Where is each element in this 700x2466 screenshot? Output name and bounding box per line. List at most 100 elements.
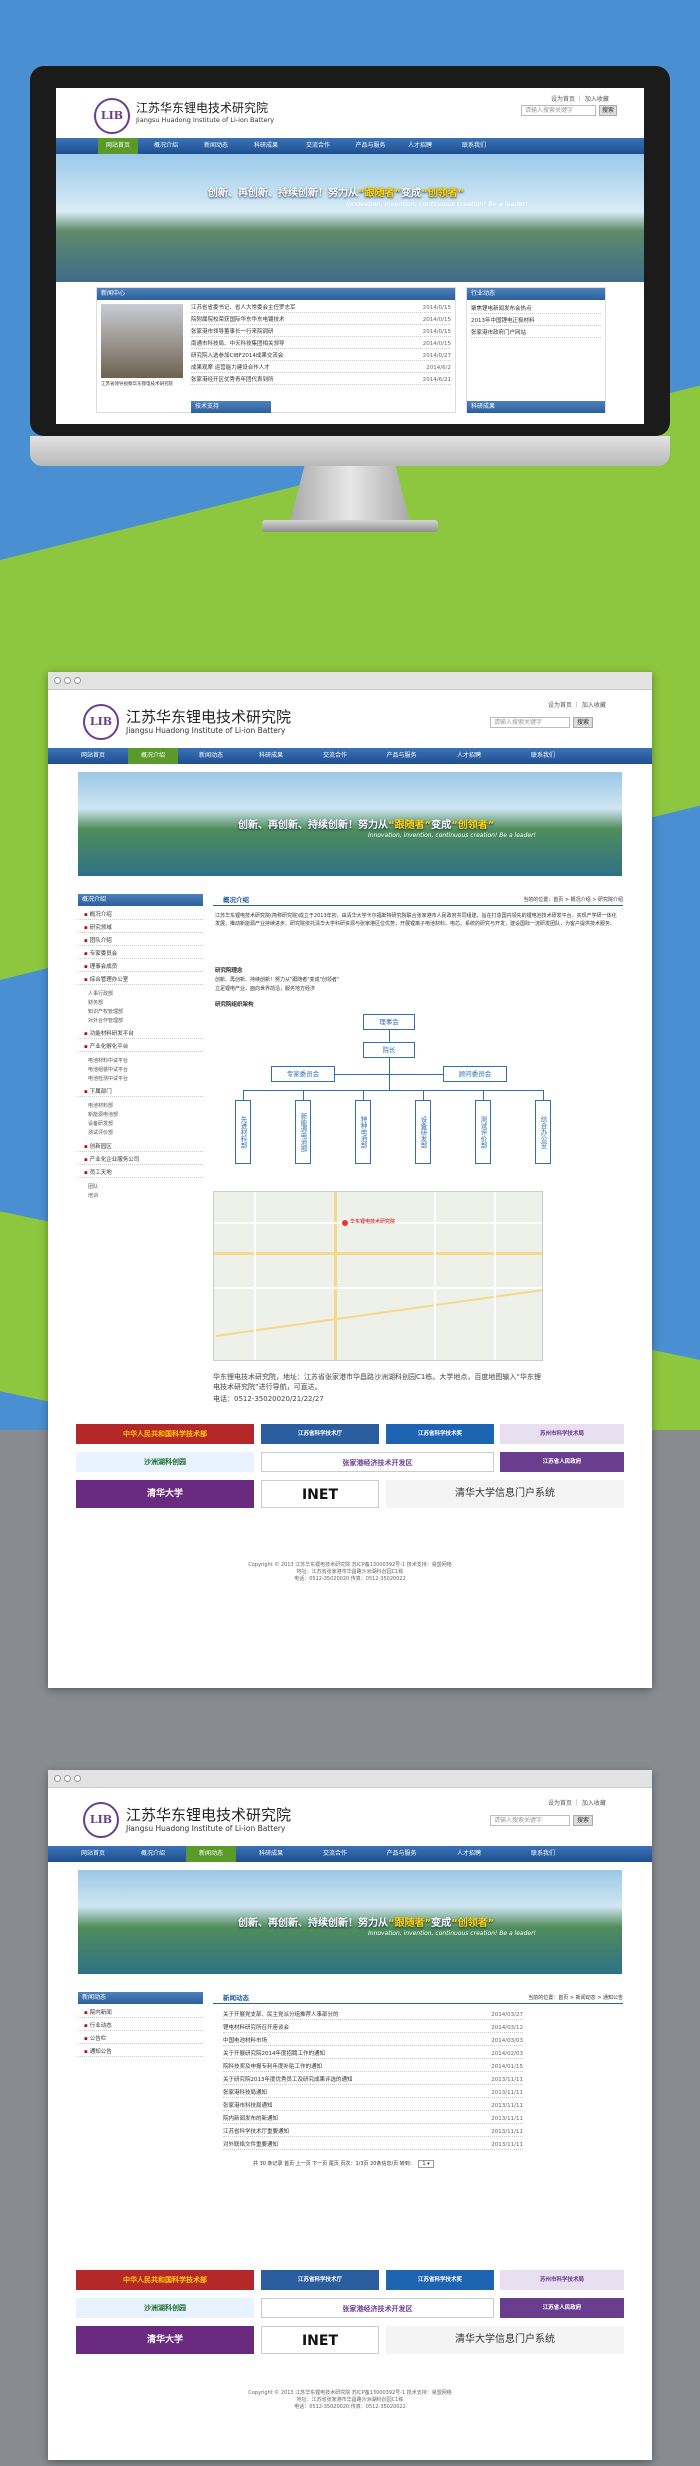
nav-research[interactable]: 科研成果 [246, 138, 286, 154]
top-links[interactable]: 设为首页 ｜ 加入收藏 [548, 1798, 606, 1807]
sidebar-item[interactable]: 创新园区 [78, 1142, 203, 1152]
location-map[interactable]: 华东锂电技术研究院 [213, 1191, 543, 1361]
link-jiangsu-gov[interactable]: 江苏省人民政府 [500, 2298, 624, 2318]
nav-jobs[interactable]: 人才招聘 [444, 1846, 494, 1862]
news-item[interactable]: 对外联络文件重要通知 2013/11/11 [223, 2140, 523, 2150]
sidebar-item[interactable]: 理事会成员 [78, 962, 203, 972]
nav-products[interactable]: 产品与服务 [374, 1846, 429, 1862]
link-tsinghua-portal[interactable]: 清华大学信息门户系统 [386, 2326, 624, 2354]
sidebar-item[interactable]: 功能材料研发平台 [78, 1029, 203, 1039]
sidebar-subitem[interactable]: 电池材料中试平台 [78, 1057, 128, 1064]
nav-products[interactable]: 产品与服务 [348, 138, 393, 154]
nav-home[interactable]: 网站首页 [68, 748, 118, 764]
sidebar-subitem[interactable]: 新能源电池部 [78, 1111, 118, 1118]
news-item[interactable]: 院附属院校荣获国际华东华东电镀技术 2014/0/15 [191, 315, 451, 325]
site-logo[interactable]: LIB [94, 98, 130, 134]
sidebar-item[interactable]: 概况介绍 [78, 910, 203, 920]
nav-home[interactable]: 网站首页 [68, 1846, 118, 1862]
sidebar-item[interactable]: 公告栏 [78, 2034, 203, 2044]
nav-home[interactable]: 网站首页 [98, 138, 138, 154]
search-button[interactable]: 搜索 [573, 717, 593, 728]
news-photo[interactable] [101, 304, 183, 378]
window-control[interactable] [74, 1775, 81, 1782]
sidebar-subitem[interactable]: 电池材料部 [78, 1102, 113, 1109]
nav-jobs[interactable]: 人才招聘 [400, 138, 440, 154]
link-most[interactable]: 中华人民共和国科学技术部 [76, 2270, 254, 2290]
news-item[interactable]: 江苏省科学技术厅重要通知 2013/11/11 [223, 2127, 523, 2137]
news-item[interactable]: 张家港市领导董事长一行来院调研 2014/0/15 [191, 327, 451, 337]
link-suzhou[interactable]: 苏州市科学技术局 [500, 1424, 624, 1444]
link-zjg-dev-zone[interactable]: 张家港经济技术开发区 [261, 1452, 494, 1472]
news-item[interactable]: 院内新闻发布的新通知 2013/11/11 [223, 2114, 523, 2124]
nav-exchange[interactable]: 交流合作 [310, 748, 360, 764]
sidebar-item[interactable]: 产业化孵化平台 [78, 1042, 203, 1052]
sidebar-subitem[interactable]: 财务部 [78, 999, 103, 1006]
sidebar-item[interactable]: 员工天地 [78, 1168, 203, 1178]
nav-products[interactable]: 产品与服务 [374, 748, 429, 764]
link-inet[interactable]: INET [261, 2326, 379, 2354]
news-item[interactable]: 江苏省省委书记、省人大常委会主任罗志军 2014/0/15 [191, 303, 451, 313]
industry-item[interactable]: 张家港市政府门户网站 [471, 328, 601, 338]
news-item[interactable]: 关于开展党支部、民主党派分组推荐人事部分的 2014/03/27 [223, 2010, 523, 2020]
window-control[interactable] [54, 677, 61, 684]
sidebar-item[interactable]: 团队介绍 [78, 936, 203, 946]
nav-contact[interactable]: 联系我们 [518, 748, 568, 764]
news-item[interactable]: 张家港科技局通知 2013/11/11 [223, 2088, 523, 2098]
link-tsinghua[interactable]: 清华大学 [76, 2326, 254, 2354]
top-links[interactable]: 设为首页 ｜ 加入收藏 [548, 700, 606, 709]
window-control[interactable] [64, 677, 71, 684]
news-item[interactable]: 院科技奖及申报专利年度补贴工作的通知 2014/01/15 [223, 2062, 523, 2072]
sidebar-item[interactable]: 产业化企业服务公司 [78, 1155, 203, 1165]
nav-news[interactable]: 新闻动态 [186, 748, 236, 764]
search-button[interactable]: 搜索 [573, 1815, 593, 1826]
link-shazhouhu[interactable]: 沙洲湖科创园 [76, 1452, 254, 1472]
sidebar-item[interactable]: 院内新闻 [78, 2008, 203, 2018]
nav-news[interactable]: 新闻动态 [186, 1846, 236, 1862]
sidebar-subitem[interactable]: 知识产权管理部 [78, 1008, 123, 1015]
industry-item[interactable]: 聚焦锂电新闻发布会热点 [471, 304, 601, 314]
top-links[interactable]: 设为首页 ｜ 加入收藏 [551, 94, 609, 103]
window-control[interactable] [64, 1775, 71, 1782]
nav-research[interactable]: 科研成果 [246, 748, 296, 764]
link-suzhou[interactable]: 苏州市科学技术局 [500, 2270, 624, 2290]
news-item[interactable]: 关于开展研究院2014年度招聘工作的通知 2014/02/03 [223, 2049, 523, 2059]
link-jiangsu-st[interactable]: 江苏省科学技术厅 [261, 2270, 379, 2290]
nav-research[interactable]: 科研成果 [246, 1846, 296, 1862]
nav-exchange[interactable]: 交流合作 [298, 138, 338, 154]
link-most[interactable]: 中华人民共和国科学技术部 [76, 1424, 254, 1444]
news-item[interactable]: 研究院入选参加CIBF2014成果交流会 2014/0/27 [191, 351, 451, 361]
window-control[interactable] [54, 1775, 61, 1782]
link-jiangsu-award[interactable]: 江苏省科学技术奖 [386, 2270, 494, 2290]
breadcrumb[interactable]: 当前的位置：首页 > 新闻动态 > 通知公告 [463, 1994, 623, 2001]
nav-jobs[interactable]: 人才招聘 [444, 748, 494, 764]
link-zjg-dev-zone[interactable]: 张家港经济技术开发区 [261, 2298, 494, 2318]
news-item[interactable]: 南通市科技局、中天科技集团相关领导 2014/0/15 [191, 339, 451, 349]
sidebar-item[interactable]: 综合管理办公室 [78, 975, 203, 985]
sidebar-subitem[interactable]: 团队 [78, 1183, 98, 1190]
news-item[interactable]: 张家港经开区优秀青年团代表到所 2014/6/21 [191, 375, 451, 385]
sidebar-subitem[interactable]: 对外合作管理部 [78, 1017, 123, 1024]
news-item[interactable]: 关于研究院2013年度优秀员工及研究成果评选的通知 2013/11/11 [223, 2075, 523, 2085]
sidebar-subitem[interactable]: 电池检测中试平台 [78, 1075, 128, 1082]
pagination-text[interactable]: 共 30 条记录 首页 上一页 下一页 尾页 页次：1/3页 20条信息/页 转… [253, 2161, 415, 2167]
window-control[interactable] [74, 677, 81, 684]
sidebar-subitem[interactable]: 设备研发部 [78, 1120, 113, 1127]
breadcrumb[interactable]: 当前的位置：首页 > 概况介绍 > 研究院介绍 [463, 896, 623, 903]
news-item[interactable]: 成果观摩 运营能力建设合作人才 2014/6/2 [191, 363, 451, 373]
sidebar-subitem[interactable]: 培训 [78, 1192, 98, 1199]
sidebar-item[interactable]: 行业动态 [78, 2021, 203, 2031]
link-jiangsu-gov[interactable]: 江苏省人民政府 [500, 1452, 624, 1472]
search-input[interactable]: 请输入搜索关键字 [490, 1815, 570, 1826]
sidebar-item[interactable]: 研究领域 [78, 923, 203, 933]
site-logo[interactable]: LIB [83, 1802, 119, 1838]
sidebar-item[interactable]: 通知公告 [78, 2047, 203, 2057]
industry-item[interactable]: 2013年中国锂电正极材料 [471, 316, 601, 326]
nav-contact[interactable]: 联系我们 [518, 1846, 568, 1862]
sidebar-subitem[interactable]: 电池组装中试平台 [78, 1066, 128, 1073]
link-jiangsu-award[interactable]: 江苏省科学技术奖 [386, 1424, 494, 1444]
page-select[interactable]: 1 ▾ [418, 2160, 434, 2168]
sidebar-item[interactable]: 下属部门 [78, 1087, 203, 1097]
search-input[interactable]: 请输入搜索关键字 [521, 105, 596, 116]
sidebar-item[interactable]: 专家委员会 [78, 949, 203, 959]
link-jiangsu-st[interactable]: 江苏省科学技术厅 [261, 1424, 379, 1444]
